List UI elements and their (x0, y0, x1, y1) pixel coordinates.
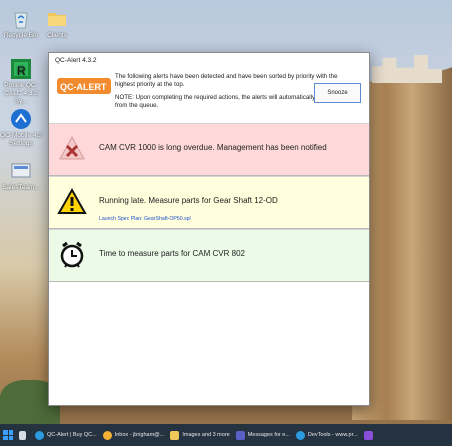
taskbar-item-file-explorer[interactable]: Images and 3 more (167, 424, 232, 446)
alert-item[interactable]: Running late. Measure parts for Gear Sha… (49, 176, 369, 229)
desktop-icon-qc-mobile[interactable]: QC-Mobile 4.3 Settings (0, 108, 42, 148)
taskbar-item-outlook[interactable]: Inbox - jbrigham@... (100, 424, 168, 446)
taskbar-item-teams[interactable]: Messages for e... (233, 424, 293, 446)
window-title: QC-Alert 4.3.2 (49, 53, 369, 69)
warning-icon (57, 187, 87, 217)
launch-spec-plan-link[interactable]: Launch Spec Plan: GearShaft-OP50.spl (99, 216, 191, 222)
taskbar-item-devtools[interactable]: DevTools - www.pr... (293, 424, 361, 446)
alert-message: Running late. Measure parts for Gear Sha… (99, 196, 278, 205)
desktop-icon-clients[interactable]: Clients (36, 8, 78, 40)
file-explorer-icon (170, 430, 180, 440)
task-view-button[interactable] (16, 424, 32, 446)
desktop-icon-qc-calc[interactable]: R Prolink QC-CALC 4.3.2 Sy... (0, 58, 42, 106)
alert-item[interactable]: CAM CVR 1000 is long overdue. Management… (49, 123, 369, 176)
qc-alert-window: QC-Alert 4.3.2 QC-ALERT The following al… (48, 52, 370, 406)
task-view-icon (19, 430, 26, 440)
alert-list: CAM CVR 1000 is long overdue. Management… (49, 123, 369, 282)
edge-icon (295, 430, 305, 440)
edge-icon (35, 430, 44, 440)
taskbar-item-qc-alert-browser[interactable]: QC-Alert | Buy QC... (32, 424, 100, 446)
sales-team-icon (10, 160, 32, 182)
header-line-2: NOTE: Upon completing the required actio… (115, 94, 345, 109)
folder-icon (46, 8, 68, 30)
desktop-icon-sales-team[interactable]: SalesTeam... (0, 160, 42, 192)
teams-icon (235, 430, 245, 440)
header-description: The following alerts have been detected … (115, 73, 345, 115)
qc-mobile-icon (10, 108, 32, 130)
windows-start-icon (3, 430, 13, 440)
alert-header: QC-ALERT The following alerts have been … (49, 69, 369, 117)
snooze-button[interactable]: Snooze (314, 83, 361, 103)
taskbar-item-visual-studio[interactable] (361, 424, 379, 446)
start-button[interactable] (0, 424, 16, 446)
alert-message: Time to measure parts for CAM CVR 802 (99, 249, 245, 258)
alert-item[interactable]: Time to measure parts for CAM CVR 802 (49, 229, 369, 282)
taskbar: QC-Alert | Buy QC... Inbox - jbrigham@..… (0, 424, 452, 446)
visual-studio-icon (363, 430, 373, 440)
svg-text:R: R (17, 64, 26, 78)
wallpaper-town (372, 55, 442, 83)
recycle-bin-icon (10, 8, 32, 30)
qc-calc-icon: R (10, 58, 32, 80)
error-icon (57, 134, 87, 164)
svg-text:QC-ALERT: QC-ALERT (60, 82, 107, 92)
alert-message: CAM CVR 1000 is long overdue. Management… (99, 143, 327, 152)
header-line-1: The following alerts have been detected … (115, 73, 338, 88)
alarm-clock-icon (57, 240, 87, 270)
outlook-icon (102, 430, 112, 440)
qc-alert-logo: QC-ALERT (57, 77, 111, 95)
